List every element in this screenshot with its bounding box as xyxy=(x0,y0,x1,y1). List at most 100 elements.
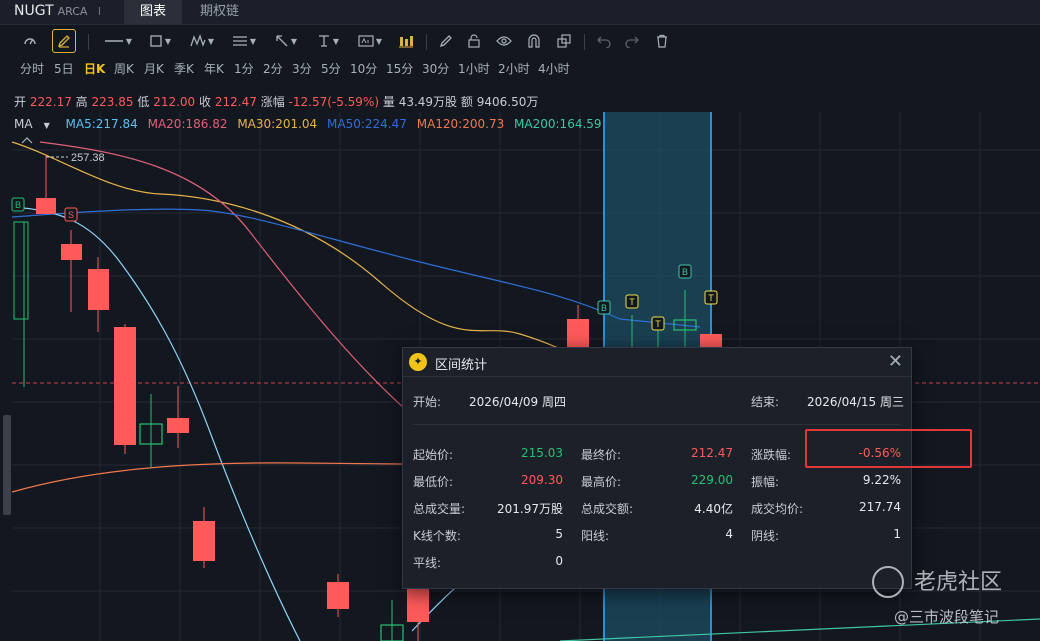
draw-pen-icon[interactable] xyxy=(52,29,76,53)
arrow-icon[interactable]: ▼ xyxy=(268,29,304,53)
period-item[interactable]: 30分 xyxy=(422,60,449,77)
candle xyxy=(88,269,109,310)
period-item[interactable]: 2分 xyxy=(263,60,283,77)
flat-candles-value: 0 xyxy=(555,554,563,568)
up-candles-label: 阳线: xyxy=(581,529,610,543)
avg-price-label: 成交均价: xyxy=(751,502,804,516)
redo-icon[interactable] xyxy=(620,29,644,53)
start-price-value: 215.03 xyxy=(521,446,563,460)
period-item[interactable]: 年K xyxy=(204,60,224,77)
tab-chart[interactable]: 图表 xyxy=(124,0,183,24)
period-item[interactable]: 15分 xyxy=(386,60,413,77)
change-pct-label: 涨跌幅: xyxy=(751,448,792,462)
high-price-value: 229.00 xyxy=(691,473,733,487)
eye-icon[interactable] xyxy=(492,29,516,53)
high-price-label: 最高价: xyxy=(581,475,622,489)
end-price-value: 212.47 xyxy=(691,446,733,460)
layers-icon[interactable] xyxy=(552,29,576,53)
kline-count-value: 5 xyxy=(555,527,563,541)
candle xyxy=(36,198,56,214)
svg-text:S: S xyxy=(68,210,74,220)
low-price-label: 最低价: xyxy=(413,475,454,489)
candle xyxy=(407,585,429,622)
svg-text:T: T xyxy=(708,293,714,303)
date-range-row: 开始: 2026/04/09 周四 结束: 2026/04/15 周三 xyxy=(413,393,904,409)
open-value: 222.17 xyxy=(29,95,72,109)
flat-candles-label: 平线: xyxy=(413,556,442,570)
svg-text:T: T xyxy=(629,297,635,307)
tiger-community-logo-icon xyxy=(872,566,904,598)
candle xyxy=(61,244,82,260)
close-icon[interactable]: ✕ xyxy=(888,351,903,372)
cursor-icon[interactable] xyxy=(18,29,42,53)
kline-count-label: K线个数: xyxy=(413,529,461,543)
period-item[interactable]: 5分 xyxy=(321,60,341,77)
period-item[interactable]: 3分 xyxy=(292,60,312,77)
low-price-value: 209.30 xyxy=(521,473,563,487)
period-item[interactable]: 季K xyxy=(174,60,194,77)
magnet-icon[interactable] xyxy=(522,29,546,53)
line-icon[interactable]: ▼ xyxy=(100,29,136,53)
svg-text:T: T xyxy=(655,319,661,329)
left-scroll-handle[interactable] xyxy=(3,415,11,515)
tab-option-chain[interactable]: 期权链 xyxy=(184,0,255,24)
ticker-code: NUGT xyxy=(14,3,54,19)
ma200-value: MA200:164.59 xyxy=(514,117,602,131)
amplitude-label: 振幅: xyxy=(751,475,780,489)
ma120-value: MA120:200.73 xyxy=(416,117,505,131)
period-item[interactable]: 1小时 xyxy=(458,60,490,77)
svg-text:B: B xyxy=(15,200,21,210)
period-item[interactable]: 1分 xyxy=(234,60,254,77)
tiger-logo-icon: ✦ xyxy=(409,353,427,371)
ma5-value: MA5:217.84 xyxy=(65,117,138,131)
period-item[interactable]: 5日 xyxy=(54,60,74,77)
change-value: -12.57(-5.59%) xyxy=(288,95,380,109)
avg-price-value: 217.74 xyxy=(859,500,901,514)
eraser-icon[interactable] xyxy=(434,29,458,53)
total-amount-label: 总成交额: xyxy=(581,502,634,516)
dialog-header: ✦ 区间统计 ✕ xyxy=(403,348,911,377)
period-item[interactable]: 周K xyxy=(114,60,134,77)
top-tab-bar: NUGT ARCA I 图表 期权链 xyxy=(0,0,1040,25)
ma30-value: MA30:201.04 xyxy=(237,117,318,131)
chevron-up-icon xyxy=(21,137,33,144)
watermark-author: @三市波段笔记 xyxy=(894,608,1000,626)
undo-icon[interactable] xyxy=(592,29,616,53)
period-item[interactable]: 2小时 xyxy=(498,60,530,77)
period-item[interactable]: 月K xyxy=(144,60,164,77)
wave-icon[interactable]: ▼ xyxy=(184,29,220,53)
high-value: 223.85 xyxy=(91,95,134,109)
start-label: 开始: xyxy=(413,395,442,409)
low-value: 212.00 xyxy=(153,95,196,109)
label-icon[interactable]: ▼ xyxy=(352,29,388,53)
volume-value: 43.49万股 xyxy=(398,95,458,109)
start-date: 2026/04/09 周四 xyxy=(469,395,566,409)
svg-text:B: B xyxy=(601,303,607,313)
close-value: 212.47 xyxy=(214,95,257,109)
amount-value: 9406.50万 xyxy=(476,95,539,109)
high-label: 高 xyxy=(75,95,88,109)
ma-selector[interactable]: MA ▼ xyxy=(14,117,56,131)
highlight-annotation xyxy=(805,429,972,468)
candle xyxy=(193,521,215,561)
period-item[interactable]: 分时 xyxy=(20,60,44,77)
lock-icon[interactable] xyxy=(462,29,486,53)
text-icon[interactable]: ▼ xyxy=(310,29,346,53)
quote-summary: 开 222.17 高 223.85 低 212.00 收 212.47 涨幅 -… xyxy=(14,93,538,110)
trash-icon[interactable] xyxy=(650,29,674,53)
candle xyxy=(13,221,29,320)
exchange-label: ARCA xyxy=(57,5,88,18)
max-price-label: 257.38 xyxy=(71,152,105,164)
bar-indicator-icon[interactable] xyxy=(394,29,418,53)
total-volume-value: 201.97万股 xyxy=(497,502,563,516)
rect-icon[interactable]: ▼ xyxy=(142,29,178,53)
change-label: 涨幅 xyxy=(260,95,285,109)
end-label: 结束: xyxy=(751,395,780,409)
interval-stats-dialog: ✦ 区间统计 ✕ 开始: 2026/04/09 周四 结束: 2026/04/1… xyxy=(402,347,912,589)
ticker-symbol[interactable]: NUGT ARCA I xyxy=(14,3,101,19)
period-item[interactable]: 4小时 xyxy=(538,60,570,77)
period-item-active[interactable]: 日K xyxy=(84,60,105,77)
period-item[interactable]: 10分 xyxy=(350,60,377,77)
ma50-value: MA50:224.47 xyxy=(327,117,407,131)
fib-icon[interactable]: ▼ xyxy=(226,29,262,53)
